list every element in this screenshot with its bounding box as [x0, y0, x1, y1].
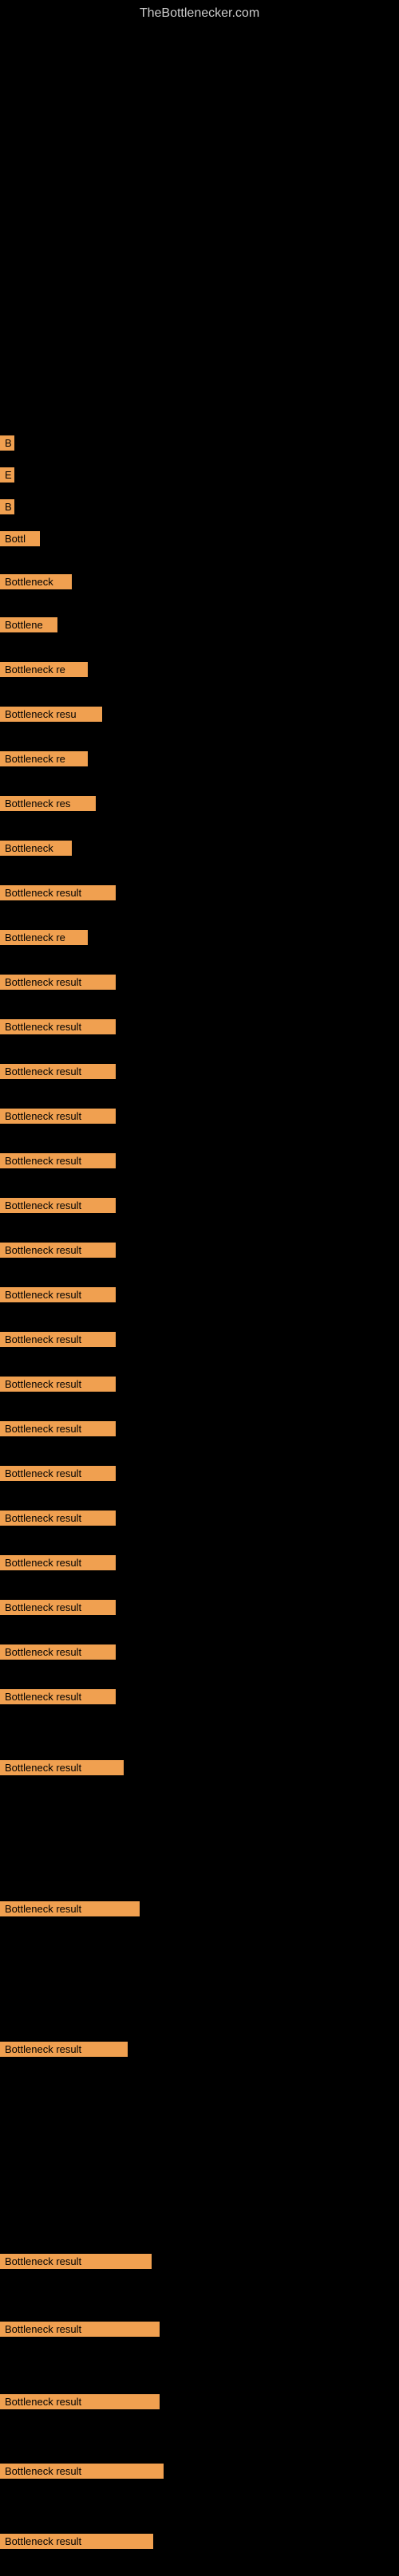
- bottleneck-result-label: Bottleneck result: [0, 2322, 160, 2337]
- bottleneck-result-label: Bottleneck result: [0, 975, 116, 990]
- bottleneck-result-label: Bottl: [0, 531, 40, 546]
- bottleneck-result-label: Bottleneck re: [0, 662, 88, 677]
- site-title: TheBottlenecker.com: [0, 0, 399, 24]
- bottleneck-result-label: Bottleneck result: [0, 1511, 116, 1526]
- bottleneck-result-label: Bottleneck result: [0, 1243, 116, 1258]
- bottleneck-result-label: Bottleneck result: [0, 1555, 116, 1570]
- bottleneck-result-label: Bottleneck result: [0, 2534, 153, 2549]
- bottleneck-result-label: Bottleneck result: [0, 1198, 116, 1213]
- bottleneck-result-label: Bottleneck: [0, 574, 72, 589]
- bottleneck-result-label: E: [0, 467, 14, 483]
- bottleneck-result-label: Bottleneck result: [0, 1019, 116, 1034]
- bottleneck-result-label: B: [0, 499, 14, 514]
- bottleneck-result-label: Bottleneck: [0, 841, 72, 856]
- bottleneck-result-label: Bottleneck result: [0, 2394, 160, 2409]
- bottleneck-result-label: Bottleneck res: [0, 796, 96, 811]
- bottleneck-result-label: Bottleneck result: [0, 1377, 116, 1392]
- bottleneck-result-label: Bottlene: [0, 617, 57, 632]
- bottleneck-result-label: Bottleneck re: [0, 751, 88, 766]
- bottleneck-result-label: Bottleneck result: [0, 1332, 116, 1347]
- bottleneck-result-label: Bottleneck result: [0, 2042, 128, 2057]
- bottleneck-result-label: Bottleneck result: [0, 1109, 116, 1124]
- bottleneck-result-label: Bottleneck result: [0, 1644, 116, 1660]
- bottleneck-result-label: Bottleneck result: [0, 1760, 124, 1775]
- bottleneck-result-label: Bottleneck result: [0, 1153, 116, 1168]
- bottleneck-result-label: Bottleneck result: [0, 1689, 116, 1704]
- bottleneck-result-label: Bottleneck result: [0, 1600, 116, 1615]
- bottleneck-result-label: Bottleneck result: [0, 1421, 116, 1436]
- bottleneck-result-label: Bottleneck result: [0, 1466, 116, 1481]
- bottleneck-result-label: Bottleneck result: [0, 2254, 152, 2269]
- bottleneck-result-label: Bottleneck re: [0, 930, 88, 945]
- bottleneck-result-label: Bottleneck result: [0, 2464, 164, 2479]
- bottleneck-result-label: Bottleneck resu: [0, 707, 102, 722]
- bottleneck-result-label: B: [0, 435, 14, 451]
- bottleneck-result-label: Bottleneck result: [0, 1287, 116, 1302]
- bottleneck-result-label: Bottleneck result: [0, 1064, 116, 1079]
- bottleneck-result-label: Bottleneck result: [0, 885, 116, 900]
- bottleneck-result-label: Bottleneck result: [0, 1901, 140, 1916]
